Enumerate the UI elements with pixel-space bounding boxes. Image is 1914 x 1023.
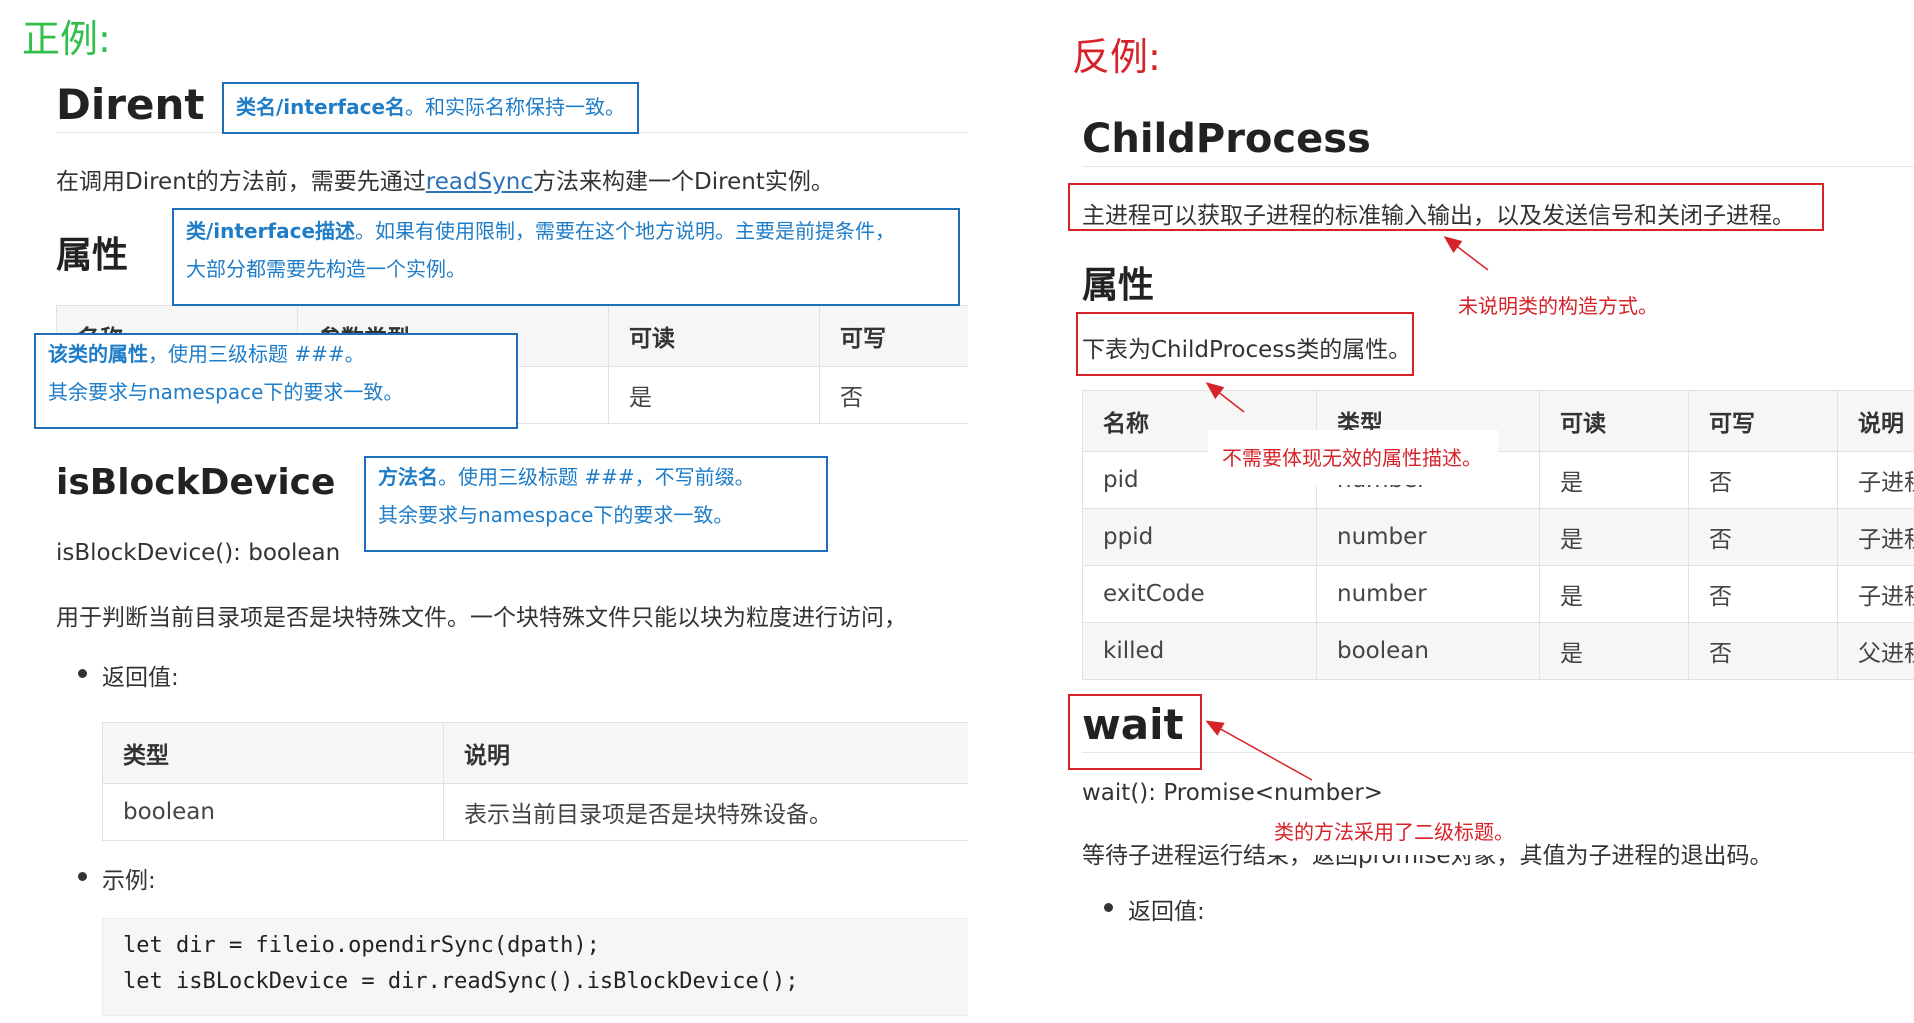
arrow xyxy=(1443,236,1489,271)
annotation-arrows xyxy=(1205,236,1489,781)
annotation-second-level-heading: 类的方法采用了二级标题。 xyxy=(1268,810,1526,855)
annotation-no-constructor: 未说明类的构造方式。 xyxy=(1458,294,1658,318)
arrow xyxy=(1205,720,1313,781)
annotation-no-invalid-desc: 不需要体现无效的属性描述。 xyxy=(1208,430,1498,485)
arrow xyxy=(1205,382,1245,413)
